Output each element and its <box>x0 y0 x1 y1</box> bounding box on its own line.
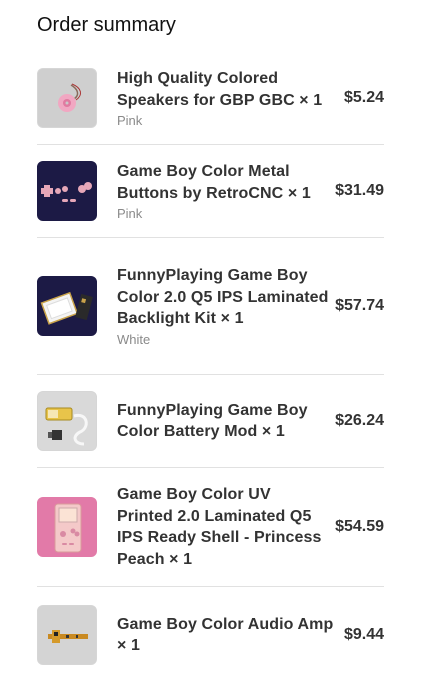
list-item[interactable]: Game Boy Color UV Printed 2.0 Laminated … <box>37 468 384 587</box>
item-price: $57.74 <box>335 297 384 314</box>
item-variant: White <box>117 331 151 347</box>
item-name: High Quality Colored Speakers for GBP GB… <box>117 70 323 109</box>
item-name: FunnyPlaying Game Boy Color 2.0 Q5 IPS L… <box>117 267 329 328</box>
shell-icon <box>37 497 97 557</box>
list-item[interactable]: Game Boy Color Metal Buttons by RetroCNC… <box>37 145 384 238</box>
item-variant: Pink <box>117 206 143 221</box>
screen-kit-icon <box>37 276 97 336</box>
item-name: FunnyPlaying Game Boy Color Battery Mod … <box>117 401 308 441</box>
order-items-list: High Quality Colored Speakers for GBP GB… <box>37 52 384 683</box>
list-item[interactable]: FunnyPlaying Game Boy Color Battery Mod … <box>37 375 384 468</box>
item-price: $31.49 <box>335 182 384 199</box>
list-item[interactable]: Game Boy Color Audio Amp × 1 $9.44 <box>37 587 384 683</box>
battery-icon <box>37 391 97 451</box>
item-name: Game Boy Color Audio Amp × 1 <box>117 615 334 655</box>
item-price: $26.24 <box>335 412 384 429</box>
audio-amp-icon <box>37 605 97 665</box>
item-price: $5.24 <box>343 89 384 106</box>
speaker-icon <box>37 68 97 128</box>
item-variant: Pink <box>117 113 143 128</box>
buttons-icon <box>37 161 97 221</box>
list-item[interactable]: High Quality Colored Speakers for GBP GB… <box>37 52 384 145</box>
item-name: Game Boy Color UV Printed 2.0 Laminated … <box>117 486 322 568</box>
item-price: $9.44 <box>343 626 384 643</box>
item-name: Game Boy Color Metal Buttons by RetroCNC… <box>117 163 311 202</box>
list-item[interactable]: FunnyPlaying Game Boy Color 2.0 Q5 IPS L… <box>37 238 384 375</box>
page-title: Order summary <box>37 14 176 36</box>
item-price: $54.59 <box>335 518 384 535</box>
